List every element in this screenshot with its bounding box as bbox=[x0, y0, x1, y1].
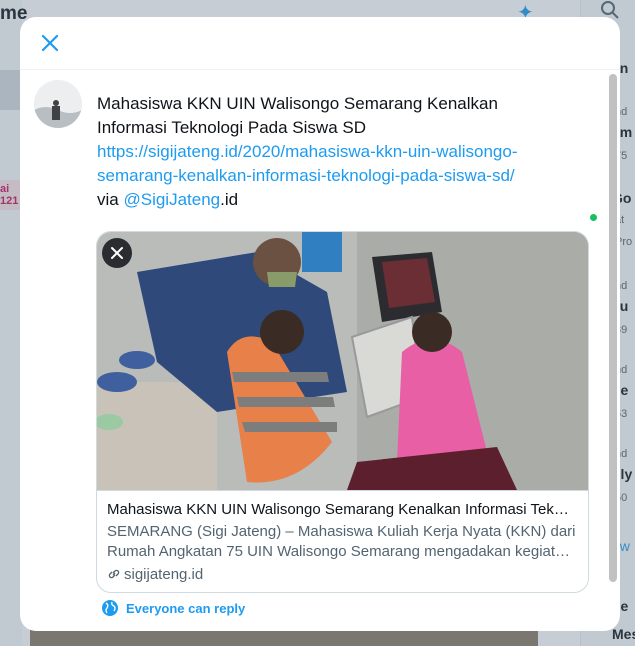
card-description: SEMARANG (Sigi Jateng) – Mahasiswa Kulia… bbox=[107, 522, 577, 562]
card-domain: sigijateng.id bbox=[107, 565, 203, 585]
tweet-modal: Mahasiswa KKN UIN Walisongo Semarang Ken… bbox=[20, 17, 620, 631]
mention-suffix: .id bbox=[220, 190, 239, 209]
modal-content: Mahasiswa KKN UIN Walisongo Semarang Ken… bbox=[20, 70, 620, 631]
via-label: via bbox=[97, 190, 124, 209]
close-icon[interactable] bbox=[38, 31, 62, 55]
globe-icon bbox=[101, 599, 119, 617]
link-icon bbox=[107, 567, 121, 581]
card-close-icon[interactable] bbox=[102, 238, 132, 268]
link-card[interactable]: Mahasiswa KKN UIN Walisongo Semarang Ken… bbox=[96, 231, 589, 593]
card-title: Mahasiswa KKN UIN Walisongo Semarang Ken… bbox=[107, 501, 577, 518]
status-dot bbox=[590, 214, 597, 221]
reply-setting-button[interactable]: Everyone can reply bbox=[101, 599, 245, 617]
tweet-url-link[interactable]: https://sigijateng.id/2020/mahasiswa-kkn… bbox=[97, 142, 518, 161]
tweet-url-link[interactable]: semarang-kenalkan-informasi-teknologi-pa… bbox=[97, 166, 515, 185]
card-domain-text: sigijateng.id bbox=[124, 566, 204, 583]
mention-link[interactable]: @SigiJateng bbox=[123, 190, 220, 209]
avatar[interactable] bbox=[34, 80, 82, 128]
tweet-text-line: Informasi Teknologi Pada Siswa SD bbox=[97, 118, 366, 137]
tweet-text: Mahasiswa KKN UIN Walisongo Semarang Ken… bbox=[97, 92, 597, 212]
card-text[interactable]: Mahasiswa KKN UIN Walisongo Semarang Ken… bbox=[97, 490, 588, 583]
card-description-line: Rumah Angkatan 75 UIN Walisongo Semarang… bbox=[107, 543, 571, 560]
card-image[interactable] bbox=[97, 232, 588, 490]
modal-header bbox=[20, 17, 620, 70]
card-description-line: SEMARANG (Sigi Jateng) – Mahasiswa Kulia… bbox=[107, 523, 576, 540]
scrollbar[interactable] bbox=[609, 74, 617, 582]
tweet-text-line: Mahasiswa KKN UIN Walisongo Semarang Ken… bbox=[97, 94, 498, 113]
reply-setting-label: Everyone can reply bbox=[126, 601, 246, 616]
